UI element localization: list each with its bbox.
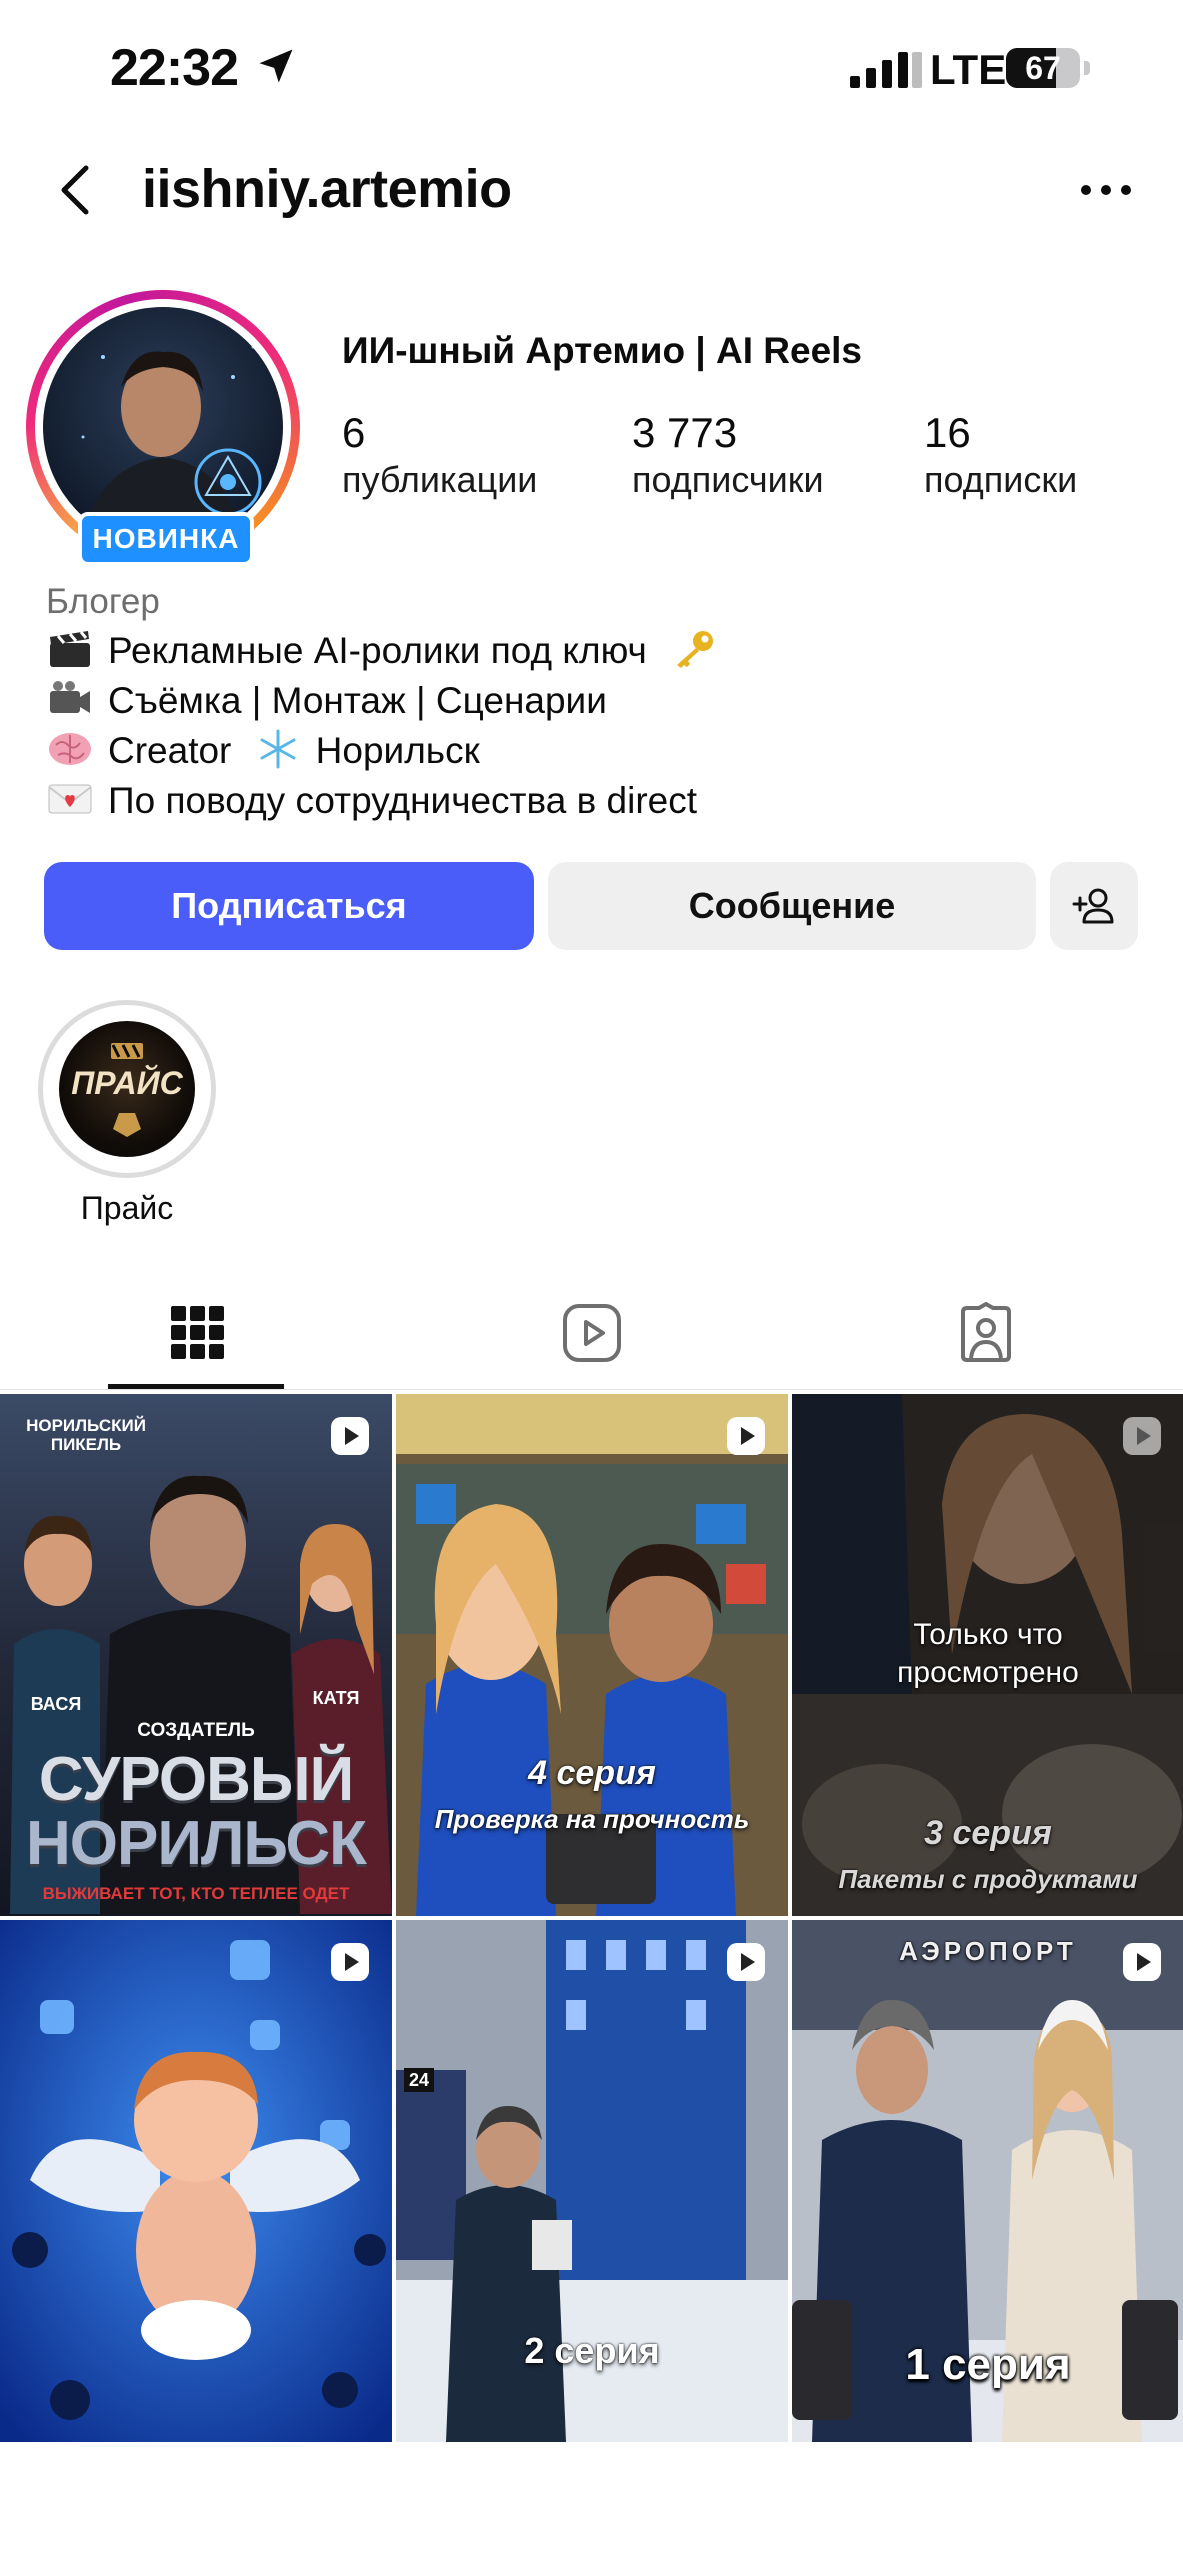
bus-number: 24 [404,2068,434,2092]
highlight-cover-text: ПРАЙС [71,1065,183,1101]
snowflake-icon [260,729,296,769]
post-thumbnail[interactable]: 24 2 серия [396,1920,788,2442]
stat-count: 16 [924,409,971,456]
reel-icon [1123,1943,1161,1981]
recently-viewed-label: Только что просмотрено [897,1618,1079,1689]
follow-button[interactable]: Подписаться [44,862,534,950]
bio-text: Creator [108,730,232,771]
bottom-safe-area [0,2446,1183,2560]
stat-label: публикации [342,459,538,500]
stat-count: 6 [342,409,366,456]
post-caption-episode: 3 серия [924,1814,1052,1852]
post-thumbnail[interactable]: НОРИЛЬСКИЙ ПИКЕЛЬ ВАСЯ КАТЯ СОЗДАТЕЛЬ СУ… [0,1394,392,1916]
stat-following[interactable]: 16 подписки [924,408,1077,502]
status-bar: 22:32 LTE 67 [0,0,1183,140]
clapper-icon [50,631,90,667]
post-thumbnail[interactable]: АЭРОПОРТ 1 серия [792,1920,1183,2442]
stat-label: подписчики [632,459,824,500]
poster-title-2: НОРИЛЬСК [25,1809,367,1878]
more-options-icon[interactable] [1076,170,1136,210]
bio-text: Съёмка | Монтаж | Сценарии [108,680,607,721]
highlight-price[interactable]: ПРАЙС [38,1000,216,1178]
cellular-signal-icon [850,52,922,88]
reel-icon [1123,1417,1161,1455]
display-name: ИИ-шный Артемио | AI Reels [342,330,863,371]
poster-name-right: КАТЯ [312,1688,360,1708]
tagged-person-icon [961,1302,1011,1362]
brain-icon [49,733,91,765]
envelope-icon [48,784,92,814]
tab-reels[interactable] [394,1280,788,1390]
camera-icon [50,681,90,713]
reels-icon [563,1304,621,1362]
bio-city: Норильск [315,730,480,771]
tab-divider [0,1389,1183,1390]
post-image [0,1920,392,2442]
battery-icon: 67 [1006,48,1092,88]
post-thumbnail[interactable]: Только что просмотрено 3 серия Пакеты с … [792,1394,1183,1916]
post-caption-episode: 2 серия [524,2330,660,2371]
post-caption-title: Пакеты с продуктами [838,1864,1138,1894]
highlight-cover: ПРАЙС [59,1021,195,1157]
post-thumbnail[interactable]: 4 серия Проверка на прочность [396,1394,788,1916]
new-badge: НОВИНКА [78,512,254,566]
add-person-icon [1072,888,1114,924]
back-chevron-icon[interactable] [48,160,108,220]
bio-text: Рекламные AI-ролики под ключ [108,630,647,671]
bio-line: Съёмка | Монтаж | Сценарии [46,678,607,724]
avatar[interactable] [43,307,283,547]
highlight-label: Прайс [80,1190,174,1226]
reel-icon [727,1417,765,1455]
stat-label: подписки [924,459,1078,500]
bio-line: Creator Норильск [46,728,480,774]
network-type: LTE [930,46,1007,93]
location-arrow-icon [259,49,293,83]
bio-line: По поводу сотрудничества в direct [46,778,697,824]
reel-icon [331,1943,369,1981]
reel-icon [727,1943,765,1981]
tab-tagged[interactable] [788,1280,1182,1390]
stat-followers[interactable]: 3 773 подписчики [632,408,824,502]
profile-username: iishniy.artemio [142,159,512,219]
status-time: 22:32 [110,39,239,97]
poster-creator: СОЗДАТЕЛЬ [137,1720,255,1741]
reel-icon [331,1417,369,1455]
post-thumbnail[interactable] [0,1920,392,2442]
poster-brand: НОРИЛЬСКИЙ ПИКЕЛЬ [26,1416,146,1454]
key-icon [677,631,714,668]
grid-icon [171,1306,224,1359]
battery-level: 67 [1025,50,1061,86]
poster-tagline: ВЫЖИВАЕТ ТОТ, КТО ТЕПЛЕЕ ОДЕТ [42,1884,350,1903]
post-image [396,1394,788,1916]
post-caption-episode: 4 серия [528,1754,656,1792]
post-caption-episode: 1 серия [905,2340,1071,2389]
poster-title-1: СУРОВЫЙ [38,1745,354,1814]
bio-text: По поводу сотрудничества в direct [108,780,698,821]
bio-category: Блогер [46,582,160,621]
post-caption-title: Проверка на прочность [434,1804,750,1834]
message-button[interactable]: Сообщение [548,862,1036,950]
stat-posts[interactable]: 6 публикации [342,408,537,502]
suggested-users-button[interactable] [1050,862,1138,950]
tab-posts[interactable] [0,1280,394,1390]
bio-line: Рекламные AI-ролики под ключ [46,628,731,674]
stat-count: 3 773 [632,409,738,456]
